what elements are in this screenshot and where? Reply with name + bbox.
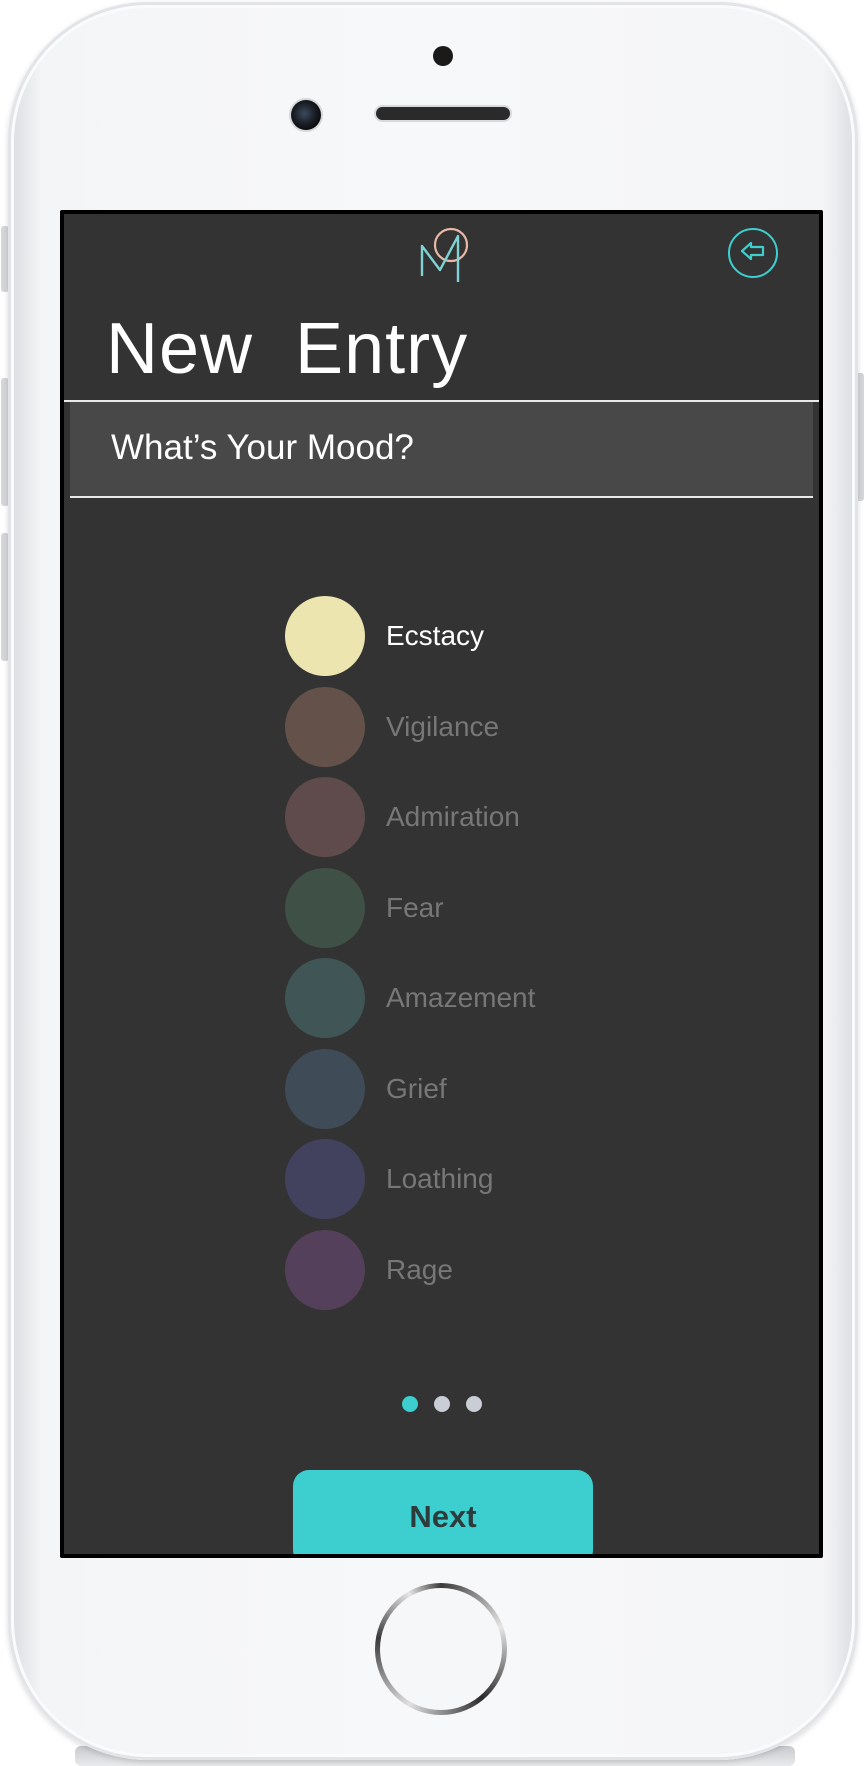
mood-label: Amazement bbox=[386, 982, 536, 1014]
page-dot[interactable] bbox=[466, 1396, 482, 1412]
mood-color-swatch bbox=[285, 1048, 365, 1129]
next-button[interactable]: Next bbox=[293, 1470, 593, 1554]
mood-color-swatch bbox=[285, 958, 365, 1039]
mood-option-ecstacy[interactable]: Ecstacy bbox=[285, 591, 685, 682]
mood-color-swatch bbox=[285, 1229, 365, 1310]
front-camera bbox=[291, 100, 321, 130]
mood-color-swatch bbox=[285, 867, 365, 948]
mood-color-swatch bbox=[285, 596, 365, 677]
mood-question: What’s Your Mood? bbox=[111, 428, 414, 467]
mood-option-admiration[interactable]: Admiration bbox=[285, 772, 685, 863]
phone-screen: New Entry What’s Your Mood? Ecstacy Vigi… bbox=[60, 210, 823, 1558]
mood-option-fear[interactable]: Fear bbox=[285, 863, 685, 954]
subtitle-bar: What’s Your Mood? bbox=[70, 402, 813, 498]
home-button[interactable] bbox=[375, 1583, 507, 1715]
mood-label: Vigilance bbox=[386, 710, 500, 742]
mood-label: Loathing bbox=[386, 1163, 494, 1195]
mood-list: Ecstacy Vigilance Admiration Fear Amazem… bbox=[285, 591, 685, 1315]
mood-color-swatch bbox=[285, 1139, 365, 1220]
mood-label: Fear bbox=[386, 891, 444, 923]
mood-label: Grief bbox=[386, 1072, 447, 1104]
mood-label: Admiration bbox=[386, 801, 520, 833]
page-title: New Entry bbox=[106, 309, 469, 389]
arrow-left-circle-icon bbox=[738, 236, 768, 270]
back-button[interactable] bbox=[728, 228, 778, 278]
phone-frame: New Entry What’s Your Mood? Ecstacy Vigi… bbox=[8, 2, 858, 1760]
mood-option-amazement[interactable]: Amazement bbox=[285, 953, 685, 1044]
page-dot[interactable] bbox=[434, 1396, 450, 1412]
monogram-logo-icon bbox=[414, 224, 474, 284]
app-screen: New Entry What’s Your Mood? Ecstacy Vigi… bbox=[64, 214, 819, 1554]
mood-option-vigilance[interactable]: Vigilance bbox=[285, 682, 685, 773]
earpiece-speaker bbox=[376, 107, 510, 120]
next-button-label: Next bbox=[409, 1499, 477, 1534]
mood-color-swatch bbox=[285, 777, 365, 858]
mood-option-rage[interactable]: Rage bbox=[285, 1225, 685, 1316]
page-indicator bbox=[402, 1396, 482, 1412]
mood-option-loathing[interactable]: Loathing bbox=[285, 1134, 685, 1225]
mood-color-swatch bbox=[285, 686, 365, 767]
proximity-sensor bbox=[433, 46, 453, 66]
page-dot[interactable] bbox=[402, 1396, 418, 1412]
mood-label: Ecstacy bbox=[386, 620, 485, 652]
mood-option-grief[interactable]: Grief bbox=[285, 1044, 685, 1135]
mood-label: Rage bbox=[386, 1253, 453, 1285]
